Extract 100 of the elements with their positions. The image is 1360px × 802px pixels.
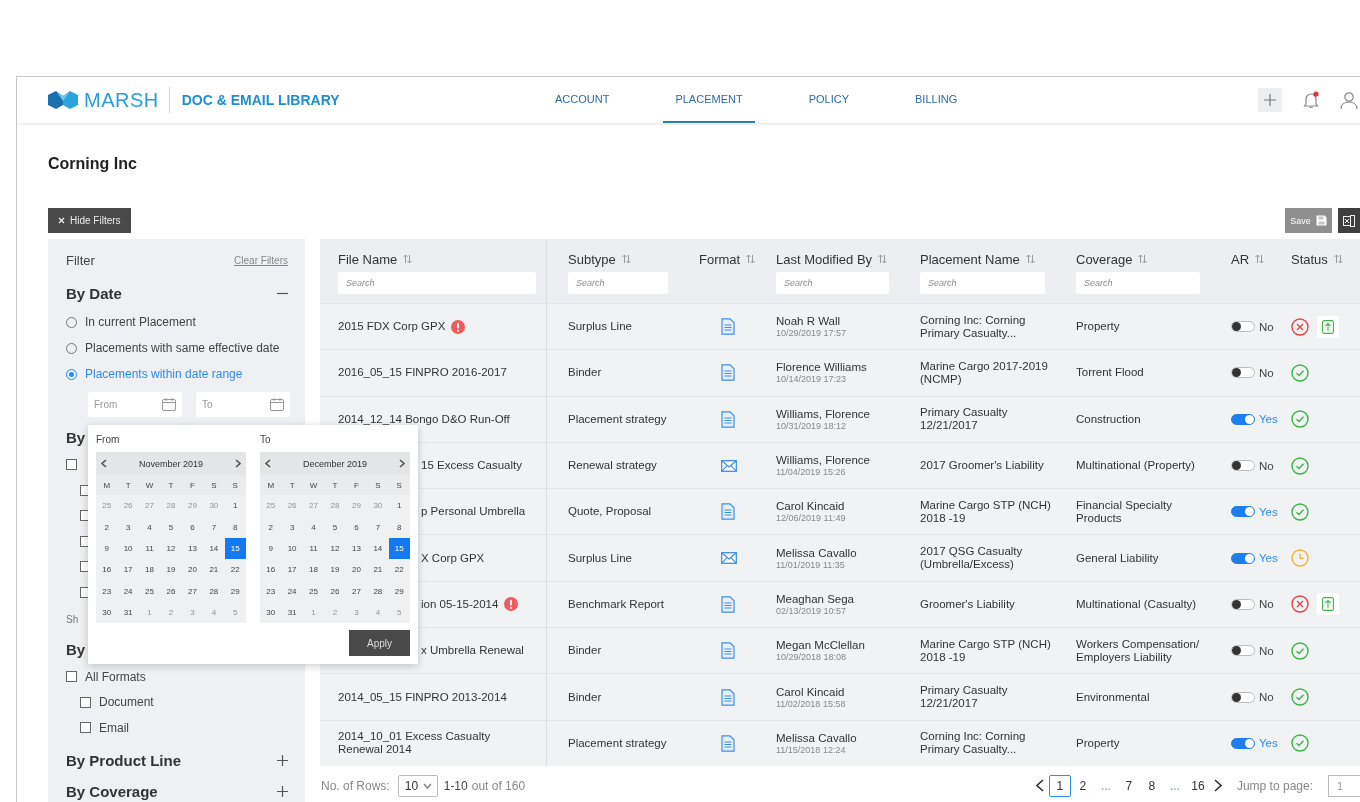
calendar-day[interactable]: 10 bbox=[117, 537, 139, 560]
calendar-icon[interactable] bbox=[162, 398, 176, 411]
file-name[interactable]: 2016_05_15 FINPRO 2016-2017 bbox=[338, 366, 507, 380]
section-title[interactable]: By bbox=[66, 640, 86, 658]
calendar-day[interactable]: 8 bbox=[224, 516, 246, 538]
calendar-day[interactable]: 27 bbox=[345, 580, 368, 602]
chevron-right-icon[interactable] bbox=[1213, 779, 1222, 793]
calendar-day[interactable]: 9 bbox=[260, 537, 282, 560]
calendar-day[interactable]: 12 bbox=[324, 537, 346, 560]
page-button[interactable]: 8 bbox=[1140, 774, 1163, 797]
file-name[interactable]: ion 05-15-2014 bbox=[421, 597, 499, 611]
section-title[interactable]: By Date bbox=[66, 284, 122, 302]
plus-icon[interactable] bbox=[277, 786, 288, 797]
calendar-day[interactable]: 21 bbox=[203, 559, 225, 581]
sort-icon[interactable] bbox=[1138, 254, 1148, 264]
file-name[interactable]: 2015 FDX Corp GPX bbox=[338, 320, 446, 334]
sort-icon[interactable] bbox=[621, 254, 631, 264]
section-title[interactable]: By Product Line bbox=[66, 752, 181, 769]
document-icon[interactable] bbox=[721, 734, 735, 752]
toggle-switch[interactable] bbox=[1231, 367, 1255, 379]
calendar-day[interactable]: 23 bbox=[260, 580, 282, 602]
checkbox[interactable] bbox=[80, 722, 91, 734]
calendar-day[interactable]: 28 bbox=[367, 580, 389, 602]
column-header[interactable]: Format bbox=[699, 251, 741, 267]
sort-icon[interactable] bbox=[1255, 254, 1265, 264]
calendar-day[interactable]: 9 bbox=[96, 537, 118, 560]
document-icon[interactable] bbox=[721, 410, 735, 428]
chevron-right-icon[interactable] bbox=[235, 459, 241, 468]
checkbox[interactable] bbox=[66, 459, 77, 471]
checkbox[interactable] bbox=[80, 696, 91, 708]
page-button[interactable]: 2 bbox=[1071, 774, 1094, 797]
calendar-day[interactable]: 5 bbox=[160, 516, 182, 538]
calendar-day[interactable]: 18 bbox=[302, 559, 325, 581]
chevron-down-icon[interactable] bbox=[422, 782, 432, 789]
calendar-day[interactable]: 6 bbox=[181, 516, 204, 538]
hide-filters-button[interactable]: Hide Filters bbox=[48, 208, 131, 233]
add-button[interactable] bbox=[1258, 88, 1282, 112]
document-icon[interactable] bbox=[721, 503, 735, 521]
calendar-day[interactable]: 11 bbox=[138, 537, 161, 560]
file-name[interactable]: X Corp GPX bbox=[421, 551, 485, 565]
column-header[interactable]: Coverage bbox=[1076, 251, 1133, 267]
calendar-day[interactable]: 31 bbox=[281, 601, 303, 624]
file-name[interactable]: x Umbrella Renewal bbox=[421, 644, 524, 658]
user-icon[interactable] bbox=[1340, 91, 1358, 109]
calendar-day[interactable]: 26 bbox=[160, 580, 182, 602]
sort-icon[interactable] bbox=[746, 254, 756, 264]
calendar-day[interactable]: 16 bbox=[96, 559, 118, 581]
sort-icon[interactable] bbox=[403, 254, 413, 264]
calendar-day[interactable]: 15 bbox=[224, 537, 246, 560]
calendar-day[interactable]: 12 bbox=[160, 537, 182, 560]
plus-icon[interactable] bbox=[277, 755, 288, 766]
column-header[interactable]: File Name bbox=[338, 251, 398, 267]
section-title[interactable]: By bbox=[66, 428, 86, 446]
column-header[interactable]: Subtype bbox=[568, 251, 616, 267]
calendar-day[interactable]: 2 bbox=[96, 516, 118, 538]
calendar-day[interactable]: 5 bbox=[324, 516, 346, 538]
search-field[interactable]: Search bbox=[1076, 272, 1200, 294]
calendar-day[interactable]: 20 bbox=[181, 559, 204, 581]
toggle-switch[interactable] bbox=[1231, 413, 1255, 425]
toggle-switch[interactable] bbox=[1231, 321, 1255, 333]
sort-icon[interactable] bbox=[878, 254, 888, 264]
bell-icon[interactable] bbox=[1302, 91, 1320, 109]
calendar-day[interactable]: 29 bbox=[224, 580, 246, 602]
toggle-switch[interactable] bbox=[1231, 552, 1255, 564]
envelope-icon[interactable] bbox=[721, 459, 737, 472]
calendar-day[interactable]: 17 bbox=[117, 559, 139, 581]
column-header[interactable]: AR bbox=[1231, 251, 1250, 267]
document-icon[interactable] bbox=[721, 364, 735, 382]
calendar-day[interactable]: 22 bbox=[388, 559, 410, 581]
date-field[interactable]: To bbox=[196, 392, 290, 417]
toggle-switch[interactable] bbox=[1231, 645, 1255, 657]
search-field[interactable]: Search bbox=[338, 272, 536, 294]
toggle-switch[interactable] bbox=[1231, 598, 1255, 610]
document-icon[interactable] bbox=[721, 642, 735, 660]
calendar-day[interactable]: 17 bbox=[281, 559, 303, 581]
calendar-day[interactable]: 13 bbox=[345, 537, 368, 560]
calendar-day[interactable]: 21 bbox=[367, 559, 389, 581]
calendar-day[interactable]: 31 bbox=[117, 601, 139, 624]
calendar-day[interactable]: 8 bbox=[388, 516, 410, 538]
calendar-day[interactable]: 2 bbox=[260, 516, 282, 538]
file-name[interactable]: 2014_05_15 FINPRO 2013-2014 bbox=[338, 690, 507, 704]
search-field[interactable]: Search bbox=[920, 272, 1045, 294]
calendar-day[interactable]: 1 bbox=[388, 495, 410, 517]
column-header[interactable]: Status bbox=[1291, 251, 1328, 267]
file-name[interactable]: 15 Excess Casualty bbox=[421, 459, 522, 473]
calendar-day[interactable]: 16 bbox=[260, 559, 282, 581]
calendar-day[interactable]: 20 bbox=[345, 559, 368, 581]
search-field[interactable]: Search bbox=[568, 272, 668, 294]
upload-button[interactable] bbox=[1317, 593, 1339, 616]
export-button[interactable] bbox=[1338, 208, 1360, 233]
column-header[interactable]: Last Modified By bbox=[776, 251, 873, 267]
calendar-day[interactable]: 7 bbox=[367, 516, 389, 538]
calendar-day[interactable]: 19 bbox=[324, 559, 346, 581]
calendar-day[interactable]: 29 bbox=[388, 580, 410, 602]
rows-dropdown[interactable]: 10 bbox=[397, 774, 438, 797]
column-header[interactable]: Placement Name bbox=[920, 251, 1020, 267]
calendar-day[interactable]: 25 bbox=[302, 580, 325, 602]
calendar-day[interactable]: 4 bbox=[302, 516, 325, 538]
jump-to-page-field[interactable]: 1 bbox=[1328, 774, 1360, 797]
calendar-day[interactable]: 30 bbox=[96, 601, 118, 624]
